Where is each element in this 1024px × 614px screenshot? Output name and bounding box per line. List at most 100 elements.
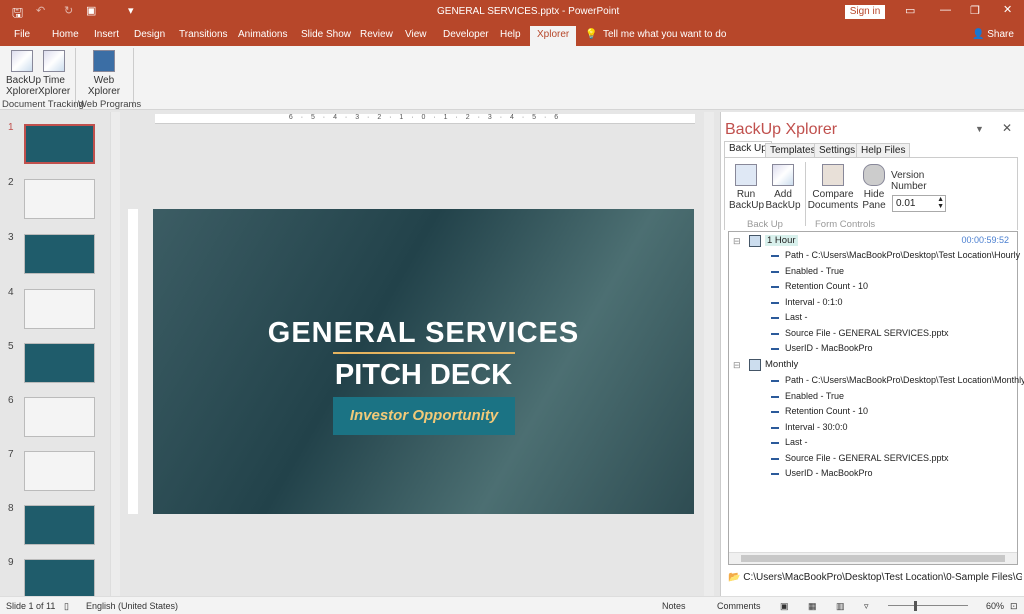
notes-button[interactable]: Notes (662, 601, 686, 611)
tree-horizontal-scrollbar[interactable] (729, 552, 1017, 564)
zoom-slider-thumb[interactable] (914, 601, 917, 611)
slide-sorter-icon[interactable]: ▦ (808, 601, 817, 612)
tab-transitions[interactable]: Transitions (179, 29, 228, 40)
backup-tree[interactable]: ⊟ 1 Hour 00:00:59:52 Path - C:\Users\Mac… (728, 231, 1024, 565)
tab-help[interactable]: Help (500, 29, 521, 40)
tab-animations[interactable]: Animations (238, 29, 287, 40)
pane-options-icon[interactable]: ▼ (975, 124, 984, 134)
time-xplorer-button[interactable]: Time Xplorer (38, 50, 70, 97)
tab-design[interactable]: Design (134, 29, 165, 40)
window-title: GENERAL SERVICES.pptx - PowerPoint (437, 6, 620, 17)
laptop-icon (93, 50, 115, 72)
tree-leaf[interactable]: Source File - GENERAL SERVICES.pptx (771, 453, 949, 463)
group-document-tracking: Document Tracking (2, 99, 84, 110)
version-number-spinner[interactable]: 0.01 ▲ ▼ (892, 195, 946, 212)
start-slideshow-icon[interactable]: ▣ (86, 4, 96, 17)
hide-pane-button[interactable]: Hide Pane (859, 164, 889, 211)
share-button[interactable]: 👤 Share (972, 29, 1014, 40)
tree-node-1-hour[interactable]: 1 Hour (765, 235, 798, 246)
tab-review[interactable]: Review (360, 29, 393, 40)
tab-insert[interactable]: Insert (94, 29, 119, 40)
zoom-slider[interactable] (888, 605, 968, 606)
comments-button[interactable]: Comments (717, 601, 761, 611)
current-file-path: 📂 C:\Users\MacBookPro\Desktop\Test Locat… (728, 572, 1022, 583)
pane-tab-help-files[interactable]: Help Files (856, 143, 911, 158)
tab-home[interactable]: Home (52, 29, 79, 40)
reading-view-icon[interactable]: ▥ (836, 601, 845, 612)
save-icon[interactable]: 🖫 (12, 4, 23, 26)
backup-disk-icon (749, 359, 761, 371)
undo-icon[interactable]: ↶ (36, 4, 45, 17)
collapse-icon[interactable]: ⊟ (733, 360, 741, 371)
sign-in-button[interactable]: Sign in (845, 5, 885, 19)
add-backup-label: Add BackUp (765, 189, 801, 211)
tree-leaf[interactable]: UserID - MacBookPro (771, 468, 873, 478)
tab-slide-show[interactable]: Slide Show (301, 29, 351, 40)
tree-leaf[interactable]: Source File - GENERAL SERVICES.pptx (771, 328, 949, 338)
zoom-level[interactable]: 60% (986, 601, 1004, 611)
thumb-number: 7 (8, 449, 14, 460)
slideshow-view-icon[interactable]: ▿ (864, 601, 869, 612)
tree-leaf[interactable]: Path - C:\Users\MacBookPro\Desktop\Test … (771, 250, 1020, 260)
tell-me-search[interactable]: Tell me what you want to do (603, 29, 726, 40)
tab-xplorer[interactable]: Xplorer (530, 26, 577, 46)
add-backup-icon (772, 164, 794, 186)
slide-thumbnail-8[interactable] (24, 505, 95, 545)
time-xplorer-icon (43, 50, 65, 72)
ribbon-display-icon[interactable]: ▭ (905, 4, 915, 17)
tree-leaf[interactable]: Enabled - True (771, 266, 844, 276)
tree-leaf[interactable]: Path - C:\Users\MacBookPro\Desktop\Test … (771, 375, 1024, 385)
group-web-programs: Web Programs (78, 99, 142, 110)
tree-leaf[interactable]: UserID - MacBookPro (771, 343, 873, 353)
slide-thumbnail-3[interactable] (24, 234, 95, 274)
slide-thumbnail-1[interactable] (24, 124, 95, 164)
minimize-icon[interactable]: — (940, 4, 951, 16)
slide-thumbnail-5[interactable] (24, 343, 95, 383)
run-backup-button[interactable]: Run BackUp (729, 164, 765, 211)
tab-file[interactable]: File (14, 29, 30, 40)
spellcheck-icon[interactable]: ▯ (64, 601, 69, 612)
fit-to-window-icon[interactable]: ⊡ (1010, 601, 1018, 612)
language-indicator[interactable]: English (United States) (86, 601, 178, 611)
tree-leaf[interactable]: Last - (771, 312, 808, 322)
tree-node-monthly[interactable]: Monthly (765, 359, 798, 370)
slide-thumbnail-9[interactable] (24, 559, 95, 599)
thumb-number: 8 (8, 503, 14, 514)
hide-pane-icon (863, 164, 885, 186)
version-number-label: Version Number (891, 170, 927, 192)
tree-leaf[interactable]: Retention Count - 10 (771, 281, 868, 291)
customize-qat-icon[interactable]: ▾ (128, 4, 134, 17)
slide-thumbnail-7[interactable] (24, 451, 95, 491)
run-backup-label: Run BackUp (729, 189, 765, 211)
editor-scrollbar[interactable] (704, 112, 714, 596)
slide-title-line1: GENERAL SERVICES (267, 317, 580, 349)
restore-icon[interactable]: ❐ (970, 4, 980, 17)
slide-thumbnail-4[interactable] (24, 289, 95, 329)
normal-view-icon[interactable]: ▣ (780, 601, 789, 612)
tree-leaf[interactable]: Enabled - True (771, 391, 844, 401)
slide[interactable]: GENERAL SERVICES PITCH DECK Investor Opp… (153, 209, 694, 514)
compare-documents-label: Compare Documents (807, 189, 859, 211)
compare-documents-button[interactable]: Compare Documents (807, 164, 859, 211)
slide-thumbnail-6[interactable] (24, 397, 95, 437)
thumbnails-scrollbar[interactable] (110, 112, 120, 596)
tab-developer[interactable]: Developer (443, 29, 489, 40)
pane-close-icon[interactable]: ✕ (1002, 121, 1012, 135)
tree-leaf[interactable]: Interval - 30:0:0 (771, 422, 848, 432)
add-backup-button[interactable]: Add BackUp (765, 164, 801, 211)
title-divider (333, 352, 515, 354)
backup-xplorer-button[interactable]: BackUp Xplorer (6, 50, 41, 97)
pane-tab-templates[interactable]: Templates (765, 143, 821, 158)
slide-thumbnail-2[interactable] (24, 179, 95, 219)
tree-leaf[interactable]: Last - (771, 437, 808, 447)
tree-leaf[interactable]: Interval - 0:1:0 (771, 297, 843, 307)
tab-view[interactable]: View (405, 29, 427, 40)
spinner-arrows-icon[interactable]: ▲ ▼ (937, 196, 944, 210)
redo-icon[interactable]: ↻ (64, 4, 73, 17)
web-xplorer-button[interactable]: Web Xplorer (86, 50, 122, 97)
tree-leaf[interactable]: Retention Count - 10 (771, 406, 868, 416)
pane-tab-settings[interactable]: Settings (814, 143, 861, 158)
slide-subtitle-badge: Investor Opportunity (333, 397, 515, 435)
collapse-icon[interactable]: ⊟ (733, 236, 741, 247)
close-icon[interactable]: ✕ (1003, 3, 1012, 16)
